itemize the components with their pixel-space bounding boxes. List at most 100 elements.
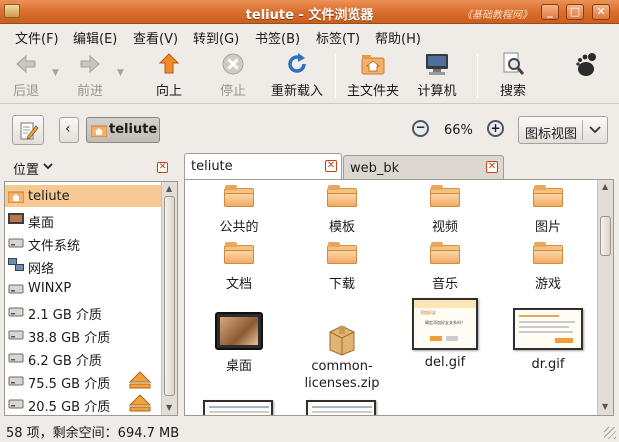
drive-icon	[8, 284, 24, 294]
menu-file[interactable]: 文件(F)	[15, 28, 59, 47]
file-item-desktop[interactable]: 桌面	[189, 312, 289, 375]
sidebar-item-volume[interactable]: 2.1 GB 介质	[5, 300, 177, 323]
close-button[interactable]: ✕	[592, 4, 610, 20]
toggle-location-entry-button[interactable]	[12, 115, 44, 145]
drive-icon	[8, 307, 24, 317]
tab-web-bk[interactable]: web_bk ✕	[343, 155, 504, 179]
menu-edit[interactable]: 编辑(E)	[73, 28, 117, 47]
desktop-folder-icon	[215, 312, 263, 350]
scroll-down-arrow-icon[interactable]: ▼	[166, 403, 172, 412]
drive-icon	[8, 376, 24, 386]
title-bar[interactable]: teliute - 文件浏览器 《基础教程网》 _ □ ✕	[0, 0, 619, 24]
status-text: 58 项，剩余空间：694.7 MB	[6, 426, 180, 441]
side-pane-selector[interactable]: 位置	[13, 159, 39, 178]
back-button[interactable]: 后退	[8, 52, 44, 99]
sidebar-item-volume[interactable]: 75.5 GB 介质	[5, 369, 177, 392]
maximize-button[interactable]: □	[566, 4, 584, 20]
sidebar-scrollbar[interactable]: ▲ ▼	[161, 182, 177, 415]
folder-icon	[533, 242, 563, 264]
file-item-folder[interactable]: 视频	[395, 185, 495, 236]
file-item-folder[interactable]: 下载	[292, 242, 392, 293]
chevron-down-icon[interactable]	[43, 163, 53, 170]
forward-arrow-icon	[78, 52, 102, 76]
watermark: 《基础教程网》	[462, 10, 532, 21]
sidebar-item-volume[interactable]: 20.5 GB 介质	[5, 392, 177, 415]
reload-icon	[285, 52, 309, 76]
file-item-folder[interactable]: 公共的	[189, 185, 289, 236]
path-scroll-left-button[interactable]: ‹	[59, 117, 79, 143]
sidebar-item-volume[interactable]: 6.2 GB 介质	[5, 346, 177, 369]
edit-location-icon	[20, 122, 39, 140]
back-arrow-icon	[14, 52, 38, 76]
sidebar-item-network[interactable]: 网络	[5, 254, 177, 277]
file-item-folder[interactable]: 模板	[292, 185, 392, 236]
file-item-image[interactable]: 添加好友 确定添加好友关系吗？ del.gif	[395, 298, 495, 371]
content-scrollbar[interactable]: ▲ ▼	[597, 180, 613, 415]
scroll-up-arrow-icon[interactable]: ▲	[602, 182, 608, 191]
zoom-out-icon: −	[415, 120, 426, 134]
zoom-level[interactable]: 66%	[444, 123, 473, 138]
menu-view[interactable]: 查看(V)	[133, 28, 178, 47]
resize-grip-icon[interactable]	[604, 427, 616, 439]
sidebar-item-filesystem[interactable]: 文件系统	[5, 231, 177, 254]
desktop-icon	[8, 213, 24, 224]
zoom-in-button[interactable]: +	[487, 120, 504, 137]
eject-icon[interactable]	[129, 394, 151, 412]
home-folder-icon	[8, 191, 24, 203]
tab-teliute[interactable]: teliute ✕	[184, 153, 342, 179]
search-button[interactable]: 搜索	[494, 52, 532, 99]
location-bar: ‹ teliute − 66% + 图标视图	[0, 105, 619, 149]
drive-icon	[8, 399, 24, 409]
status-bar: 58 项，剩余空间：694.7 MB	[0, 418, 619, 442]
drive-icon	[8, 330, 24, 340]
back-history-chevron-icon[interactable]: ▼	[52, 68, 59, 78]
content-scroll-thumb[interactable]	[600, 216, 611, 256]
side-pane-header: 位置 ✕	[5, 152, 177, 180]
search-icon	[501, 52, 525, 76]
menu-help[interactable]: 帮助(H)	[375, 28, 421, 47]
sidebar-item-winxp[interactable]: WINXP	[5, 277, 177, 299]
home-button[interactable]: 主文件夹	[344, 52, 402, 99]
sidebar-item-volume[interactable]: 38.8 GB 介质	[5, 323, 177, 346]
folder-icon	[224, 185, 254, 207]
file-item-folder[interactable]: 图片	[498, 185, 598, 236]
close-tab-button[interactable]: ✕	[325, 160, 337, 172]
view-mode-select[interactable]: 图标视图	[518, 116, 608, 144]
menu-tabs[interactable]: 标签(T)	[316, 28, 360, 47]
sidebar-scroll-thumb[interactable]	[164, 196, 175, 396]
home-folder-icon	[91, 125, 107, 137]
up-button[interactable]: 向上	[150, 52, 188, 99]
breadcrumb-current[interactable]: teliute	[86, 117, 160, 143]
eject-icon[interactable]	[129, 371, 151, 389]
file-item-image[interactable]: dr.gif	[498, 308, 598, 373]
zip-label-line-2: licenses.zip	[304, 376, 380, 391]
chevron-down-icon	[589, 126, 601, 134]
file-item-folder[interactable]: 音乐	[395, 242, 495, 293]
file-item-zip[interactable]: common- licenses.zip	[292, 312, 392, 392]
thumbnail-caption: 确定添加好友关系吗？	[425, 320, 465, 325]
image-thumbnail[interactable]	[306, 400, 376, 415]
scroll-up-arrow-icon[interactable]: ▲	[166, 184, 172, 193]
image-thumbnail[interactable]	[203, 400, 273, 415]
reload-button[interactable]: 重新载入	[268, 52, 326, 99]
forward-button[interactable]: 前进	[72, 52, 108, 99]
close-tab-button[interactable]: ✕	[486, 161, 498, 173]
folder-icon	[533, 185, 563, 207]
minimize-icon: _	[547, 5, 553, 18]
sidebar-item-desktop[interactable]: 桌面	[5, 208, 177, 231]
close-side-pane-button[interactable]: ✕	[157, 162, 168, 173]
zoom-out-button[interactable]: −	[412, 120, 429, 137]
menu-bookmarks[interactable]: 书签(B)	[255, 28, 300, 47]
file-item-folder[interactable]: 文档	[189, 242, 289, 293]
sidebar-item-home[interactable]: teliute	[5, 185, 177, 207]
places-list: teliute 桌面 文件系统 网络 WINXP 2.1 GB 介质 38.8 …	[4, 181, 178, 416]
computer-button[interactable]: 计算机	[414, 52, 460, 99]
minimize-button[interactable]: _	[541, 4, 559, 20]
menu-bar: 文件(F) 编辑(E) 查看(V) 转到(G) 书签(B) 标签(T) 帮助(H…	[0, 25, 619, 47]
forward-history-chevron-icon[interactable]: ▼	[117, 68, 124, 78]
zip-archive-icon	[329, 325, 355, 356]
scroll-down-arrow-icon[interactable]: ▼	[602, 402, 608, 411]
stop-button[interactable]: 停止	[214, 52, 252, 99]
file-item-folder[interactable]: 游戏	[498, 242, 598, 293]
menu-go[interactable]: 转到(G)	[193, 28, 239, 47]
